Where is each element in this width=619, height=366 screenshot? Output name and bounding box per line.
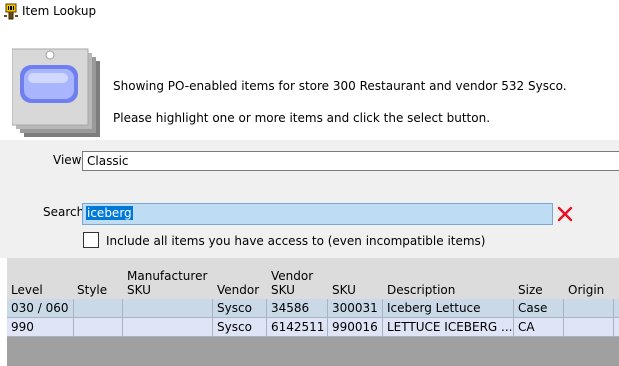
cell-vendor-sku: 34586 xyxy=(267,299,328,318)
cell-size: CA xyxy=(514,318,564,337)
cell-origin xyxy=(564,299,614,318)
cell-overflow xyxy=(614,299,619,318)
cell-style xyxy=(74,318,123,337)
column-header-manufacturer-sku[interactable]: Manufacturer SKU xyxy=(123,258,214,299)
cell-size: Case xyxy=(514,299,564,318)
search-input[interactable]: iceberg xyxy=(82,203,553,225)
search-panel: View Classic Search iceberg Include all … xyxy=(0,140,619,258)
table-row[interactable]: 990 Sysco 6142511 990016 LETTUCE ICEBERG… xyxy=(7,318,619,337)
column-header-level[interactable]: Level xyxy=(7,258,75,299)
include-all-label: Include all items you have access to (ev… xyxy=(106,234,486,248)
cell-vendor-sku: 6142511 xyxy=(267,318,328,337)
clear-x-icon[interactable] xyxy=(557,206,573,222)
cell-vendor: Sysco xyxy=(213,299,267,318)
column-header-vendor[interactable]: Vendor xyxy=(213,258,267,299)
table-row[interactable]: 030 / 060 Sysco 34586 300031 Iceberg Let… xyxy=(7,299,619,318)
cell-level: 030 / 060 xyxy=(7,299,74,318)
view-select[interactable]: Classic xyxy=(82,151,619,171)
title-bar: Item Lookup xyxy=(0,0,619,25)
instruction-text: Please highlight one or more items and c… xyxy=(113,111,491,125)
column-header-vendor-sku[interactable]: Vendor SKU xyxy=(267,258,328,299)
cell-sku: 990016 xyxy=(328,318,383,337)
grid-empty-area xyxy=(7,337,619,366)
column-header-origin[interactable]: Origin xyxy=(564,258,614,299)
cell-overflow xyxy=(614,318,619,337)
cell-description: LETTUCE ICEBERG ... xyxy=(383,318,514,337)
column-header-description[interactable]: Description xyxy=(383,258,514,299)
item-card-icon xyxy=(12,48,100,137)
items-grid: Level Style Manufacturer SKU Vendor Vend… xyxy=(7,258,619,366)
column-header-sku[interactable]: SKU xyxy=(328,258,383,299)
column-header-size[interactable]: Size xyxy=(514,258,564,299)
search-label: Search xyxy=(43,205,85,219)
window-title: Item Lookup xyxy=(22,4,97,18)
cell-sku: 300031 xyxy=(328,299,383,318)
header-panel: Showing PO-enabled items for store 300 R… xyxy=(0,25,619,140)
barcode-scanner-icon xyxy=(4,3,18,20)
search-input-value: iceberg xyxy=(86,206,133,220)
grid-header: Level Style Manufacturer SKU Vendor Vend… xyxy=(7,258,619,299)
info-text: Showing PO-enabled items for store 300 R… xyxy=(113,79,567,93)
column-header-style[interactable]: Style xyxy=(73,258,123,299)
cell-origin xyxy=(564,318,614,337)
cell-description: Iceberg Lettuce xyxy=(383,299,514,318)
cell-vendor: Sysco xyxy=(213,318,267,337)
cell-manufacturer-sku xyxy=(123,299,213,318)
cell-manufacturer-sku xyxy=(123,318,213,337)
cell-style xyxy=(74,299,123,318)
include-all-checkbox[interactable] xyxy=(83,232,99,248)
view-label: View xyxy=(53,153,82,167)
cell-level: 990 xyxy=(7,318,74,337)
